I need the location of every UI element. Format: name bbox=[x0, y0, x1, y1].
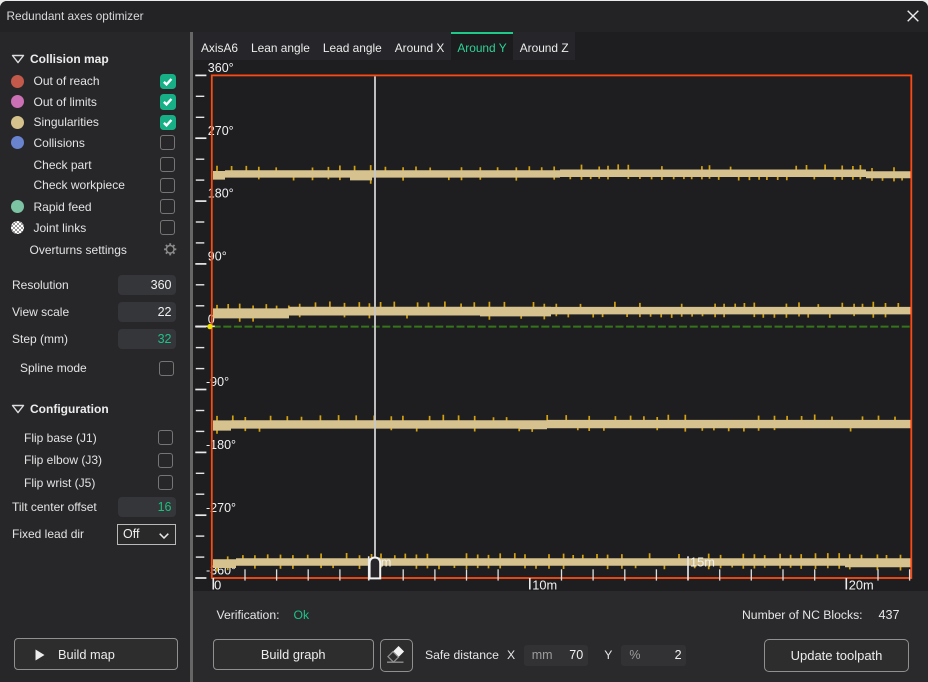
svg-text:0: 0 bbox=[214, 577, 221, 591]
svg-text:20m: 20m bbox=[849, 577, 874, 591]
svg-text:360°: 360° bbox=[208, 61, 234, 75]
svg-text:10m: 10m bbox=[532, 577, 557, 591]
svg-text:15m: 15m bbox=[690, 555, 715, 570]
svg-text:-270°: -270° bbox=[206, 501, 236, 515]
svg-text:-180°: -180° bbox=[206, 438, 236, 452]
svg-text:-90°: -90° bbox=[206, 375, 229, 389]
svg-text:90°: 90° bbox=[208, 250, 227, 264]
